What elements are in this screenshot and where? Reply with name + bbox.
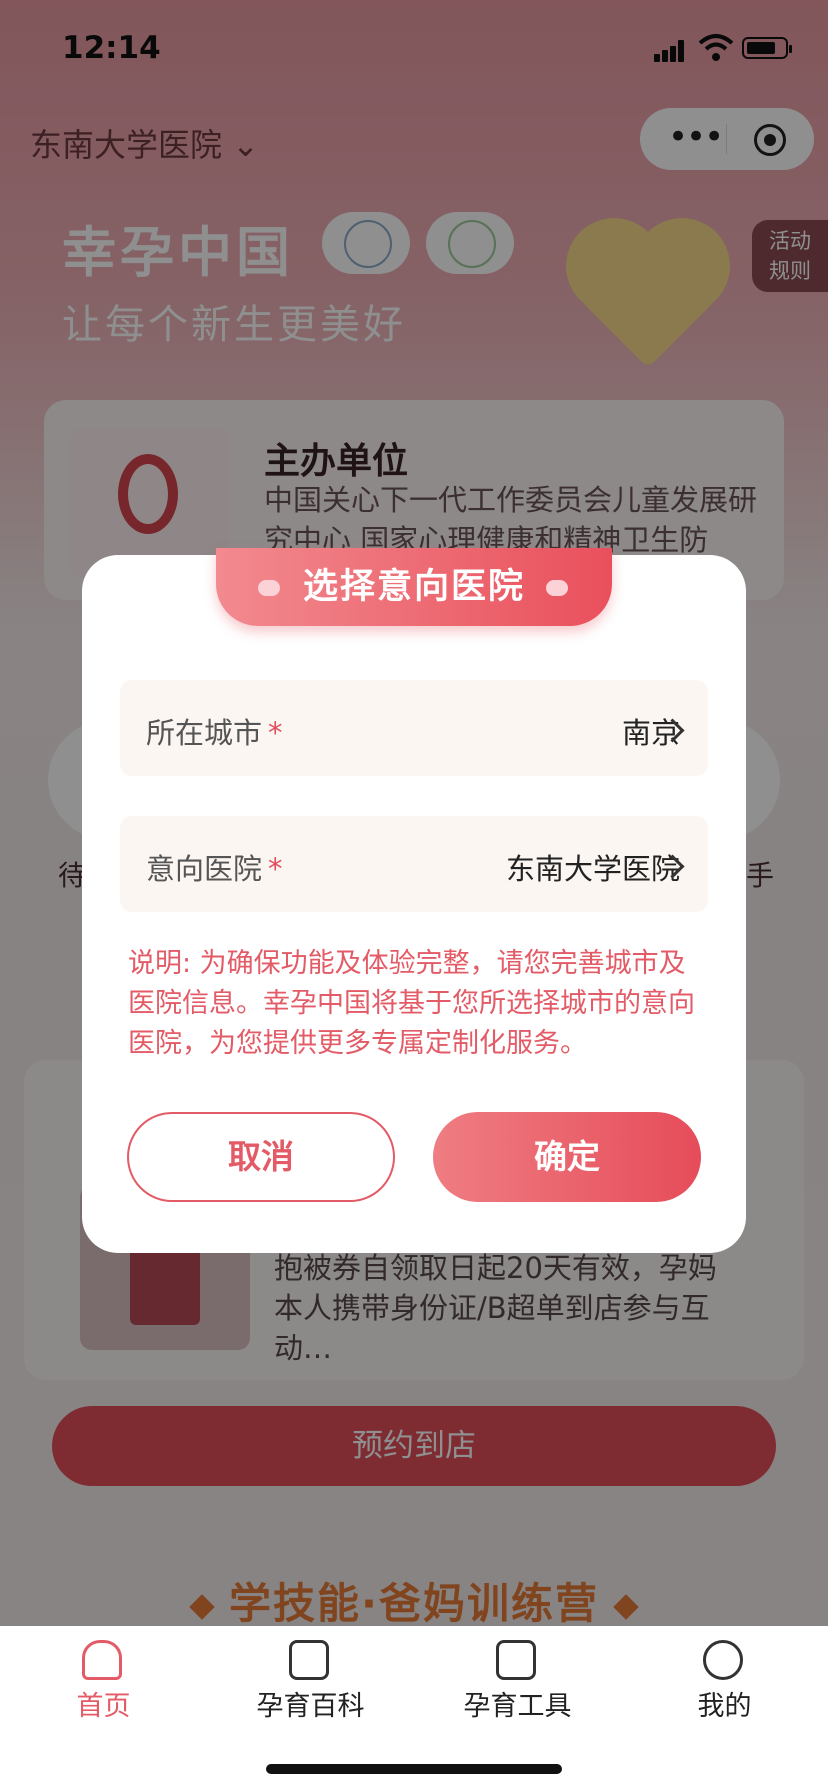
city-label: 所在城市 * xyxy=(146,716,283,750)
home-indicator xyxy=(266,1764,562,1774)
heart-icon xyxy=(546,580,568,596)
tab-profile[interactable]: 我的 xyxy=(621,1630,828,1722)
tab-tools[interactable]: 孕育工具 xyxy=(414,1630,621,1722)
home-icon xyxy=(82,1640,122,1680)
required-mark: * xyxy=(268,716,283,750)
hospital-value[interactable]: 东南大学医院 xyxy=(506,846,680,888)
toolbox-icon xyxy=(496,1640,536,1680)
profile-icon xyxy=(703,1640,743,1680)
tab-label: 孕育百科 xyxy=(256,1691,365,1722)
tab-label: 我的 xyxy=(697,1691,752,1722)
hospital-label: 意向医院 * xyxy=(146,852,283,886)
encyclopedia-icon xyxy=(289,1640,329,1680)
dialog-note: 说明: 为确保功能及体验完整，请您完善城市及医院信息。幸孕中国将基于您所选择城市… xyxy=(128,948,695,1059)
tab-label: 孕育工具 xyxy=(463,1691,572,1722)
tab-home[interactable]: 首页 xyxy=(0,1630,207,1722)
tab-encyclopedia[interactable]: 孕育百科 xyxy=(207,1630,414,1722)
cancel-button[interactable]: 取消 xyxy=(127,1112,395,1202)
heart-icon xyxy=(258,580,280,596)
confirm-button[interactable]: 确定 xyxy=(433,1112,701,1202)
required-mark: * xyxy=(268,852,283,886)
tab-label: 首页 xyxy=(76,1691,131,1722)
